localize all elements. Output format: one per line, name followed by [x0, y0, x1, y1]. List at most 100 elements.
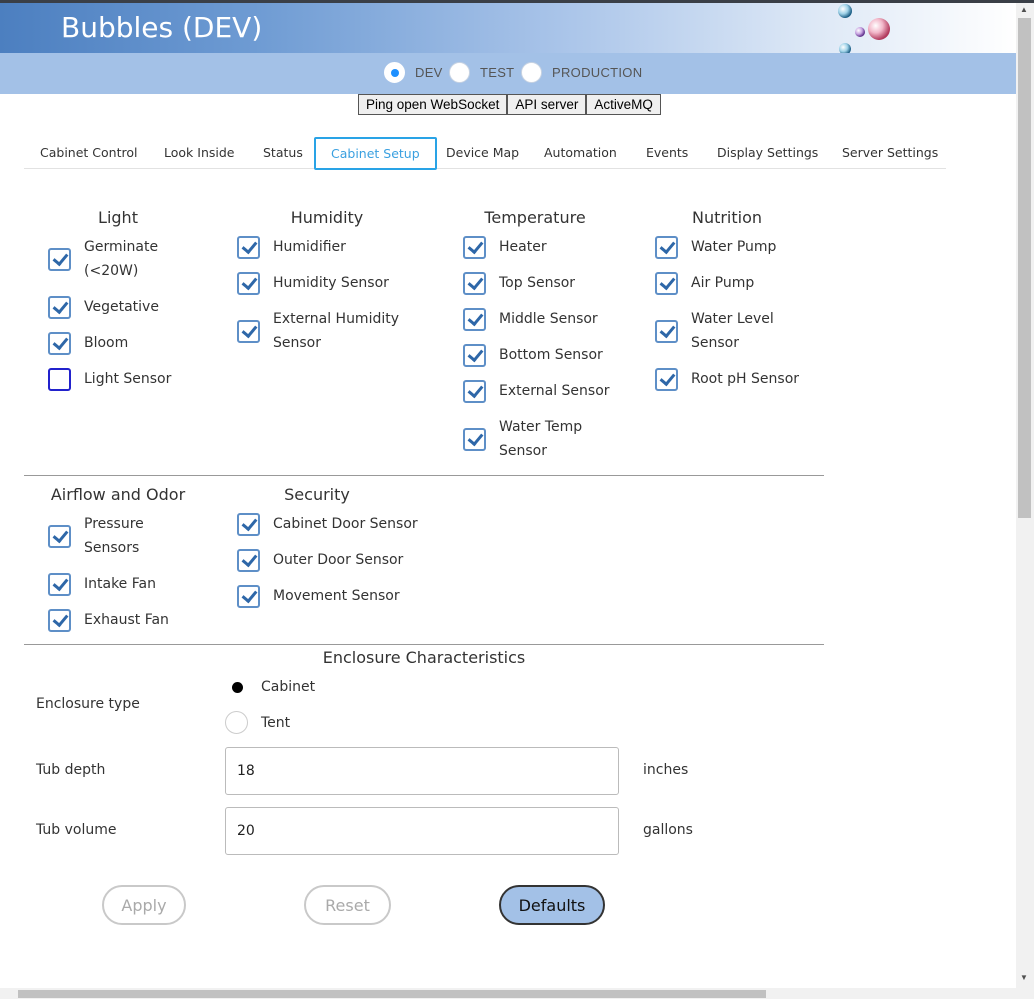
scroll-down-arrow-icon[interactable]: ▼	[1020, 973, 1028, 982]
middle-sensor-option[interactable]: Middle Sensor	[463, 307, 598, 331]
heater-option[interactable]: Heater	[463, 235, 547, 259]
humidity-sensor-option[interactable]: Humidity Sensor	[237, 271, 389, 295]
tab-server-settings[interactable]: Server Settings	[842, 137, 938, 169]
movement-sensor-checkbox[interactable]	[237, 584, 260, 608]
middle-sensor-checkbox[interactable]	[463, 307, 486, 331]
water-temp-sensor-option[interactable]: Water Temp Sensor	[463, 415, 593, 463]
bubbles-logo-icon	[838, 4, 890, 53]
horizontal-scrollbar[interactable]	[0, 988, 1016, 999]
humidity-sensor-checkbox[interactable]	[237, 271, 260, 295]
tab-automation[interactable]: Automation	[544, 137, 617, 169]
tent-radio[interactable]	[225, 711, 248, 734]
water-pump-label: Water Pump	[691, 239, 777, 255]
airflow-group-title: Airflow and Odor	[50, 485, 186, 504]
light-sensor-option[interactable]: Light Sensor	[48, 367, 171, 391]
root-ph-sensor-checkbox[interactable]	[655, 367, 678, 391]
section-divider	[24, 475, 824, 476]
enclosure-cabinet-option[interactable]: Cabinet	[225, 675, 315, 698]
external-humidity-sensor-option[interactable]: External Humidity Sensor	[237, 307, 407, 355]
outer-door-sensor-option[interactable]: Outer Door Sensor	[237, 548, 403, 572]
horizontal-scroll-thumb[interactable]	[18, 990, 766, 998]
tab-events[interactable]: Events	[646, 137, 688, 169]
security-group-title: Security	[284, 485, 350, 504]
tub-depth-input[interactable]	[225, 747, 619, 795]
api-server-button[interactable]: API server	[507, 94, 587, 115]
tab-look-inside[interactable]: Look Inside	[164, 137, 234, 169]
outer-door-sensor-checkbox[interactable]	[237, 548, 260, 572]
cabinet-door-sensor-checkbox[interactable]	[237, 512, 260, 536]
root-ph-sensor-label: Root pH Sensor	[691, 371, 800, 387]
pressure-sensors-checkbox[interactable]	[48, 524, 71, 548]
intake-fan-checkbox[interactable]	[48, 572, 71, 596]
bloom-checkbox[interactable]	[48, 331, 71, 355]
apply-button[interactable]: Apply	[102, 885, 186, 925]
air-pump-label: Air Pump	[691, 275, 755, 291]
external-sensor-checkbox[interactable]	[463, 379, 486, 403]
external-sensor-option[interactable]: External Sensor	[463, 379, 610, 403]
env-option-dev[interactable]: DEV	[384, 62, 443, 83]
pressure-sensors-label: Pressure Sensors	[84, 516, 144, 556]
external-humidity-sensor-checkbox[interactable]	[237, 319, 260, 343]
tab-bar: Cabinet Control Look Inside Status Cabin…	[24, 137, 946, 170]
movement-sensor-option[interactable]: Movement Sensor	[237, 584, 400, 608]
water-pump-checkbox[interactable]	[655, 235, 678, 259]
env-label-dev: DEV	[415, 65, 443, 80]
bottom-sensor-option[interactable]: Bottom Sensor	[463, 343, 603, 367]
ping-websocket-button[interactable]: Ping open WebSocket	[358, 94, 508, 115]
cabinet-door-sensor-label: Cabinet Door Sensor	[273, 516, 418, 532]
env-option-test[interactable]: TEST	[449, 62, 514, 83]
app-header: Bubbles (DEV)	[0, 3, 1016, 53]
humidifier-checkbox[interactable]	[237, 235, 260, 259]
tab-cabinet-setup[interactable]: Cabinet Setup	[314, 137, 437, 170]
light-bloom-option[interactable]: Bloom	[48, 331, 128, 355]
tab-display-settings[interactable]: Display Settings	[717, 137, 818, 169]
humidifier-option[interactable]: Humidifier	[237, 235, 346, 259]
exhaust-fan-checkbox[interactable]	[48, 608, 71, 632]
env-radio-dev[interactable]	[384, 62, 405, 83]
water-level-sensor-label: Water Level Sensor	[691, 311, 774, 351]
water-temp-sensor-label: Water Temp Sensor	[499, 419, 583, 459]
water-temp-sensor-checkbox[interactable]	[463, 427, 486, 451]
top-sensor-label: Top Sensor	[499, 275, 576, 291]
activemq-button[interactable]: ActiveMQ	[586, 94, 661, 115]
env-radio-test[interactable]	[449, 62, 470, 83]
pressure-sensors-option[interactable]: Pressure Sensors	[48, 512, 168, 560]
env-option-production[interactable]: PRODUCTION	[521, 62, 642, 83]
vertical-scrollbar[interactable]: ▲ ▼	[1016, 3, 1034, 999]
water-level-sensor-checkbox[interactable]	[655, 319, 678, 343]
root-ph-sensor-option[interactable]: Root pH Sensor	[655, 367, 799, 391]
air-pump-option[interactable]: Air Pump	[655, 271, 754, 295]
vertical-scroll-thumb[interactable]	[1018, 18, 1031, 518]
scroll-up-arrow-icon[interactable]: ▲	[1020, 5, 1028, 14]
air-pump-checkbox[interactable]	[655, 271, 678, 295]
reset-button[interactable]: Reset	[304, 885, 391, 925]
water-pump-option[interactable]: Water Pump	[655, 235, 776, 259]
top-sensor-option[interactable]: Top Sensor	[463, 271, 575, 295]
light-germinate-option[interactable]: Germinate (<20W)	[48, 235, 178, 283]
bottom-sensor-checkbox[interactable]	[463, 343, 486, 367]
cabinet-door-sensor-option[interactable]: Cabinet Door Sensor	[237, 512, 418, 536]
water-level-sensor-option[interactable]: Water Level Sensor	[655, 307, 785, 355]
vegetative-label: Vegetative	[84, 299, 159, 315]
defaults-button[interactable]: Defaults	[499, 885, 605, 925]
tub-volume-input[interactable]	[225, 807, 619, 855]
tab-status[interactable]: Status	[263, 137, 303, 169]
tab-device-map[interactable]: Device Map	[446, 137, 519, 169]
enclosure-tent-option[interactable]: Tent	[225, 711, 290, 734]
movement-sensor-label: Movement Sensor	[273, 588, 400, 604]
env-radio-production[interactable]	[521, 62, 542, 83]
top-sensor-checkbox[interactable]	[463, 271, 486, 295]
vegetative-checkbox[interactable]	[48, 295, 71, 319]
tab-cabinet-control[interactable]: Cabinet Control	[40, 137, 137, 169]
intake-fan-option[interactable]: Intake Fan	[48, 572, 156, 596]
exhaust-fan-option[interactable]: Exhaust Fan	[48, 608, 169, 632]
heater-checkbox[interactable]	[463, 235, 486, 259]
light-sensor-checkbox[interactable]	[48, 367, 71, 391]
light-vegetative-option[interactable]: Vegetative	[48, 295, 159, 319]
utility-button-row: Ping open WebSocket API server ActiveMQ	[358, 94, 661, 115]
cabinet-radio[interactable]	[225, 675, 248, 698]
light-group-title: Light	[98, 208, 138, 227]
app-title: Bubbles (DEV)	[61, 11, 263, 44]
light-sensor-label: Light Sensor	[84, 371, 172, 387]
germinate-checkbox[interactable]	[48, 247, 71, 271]
